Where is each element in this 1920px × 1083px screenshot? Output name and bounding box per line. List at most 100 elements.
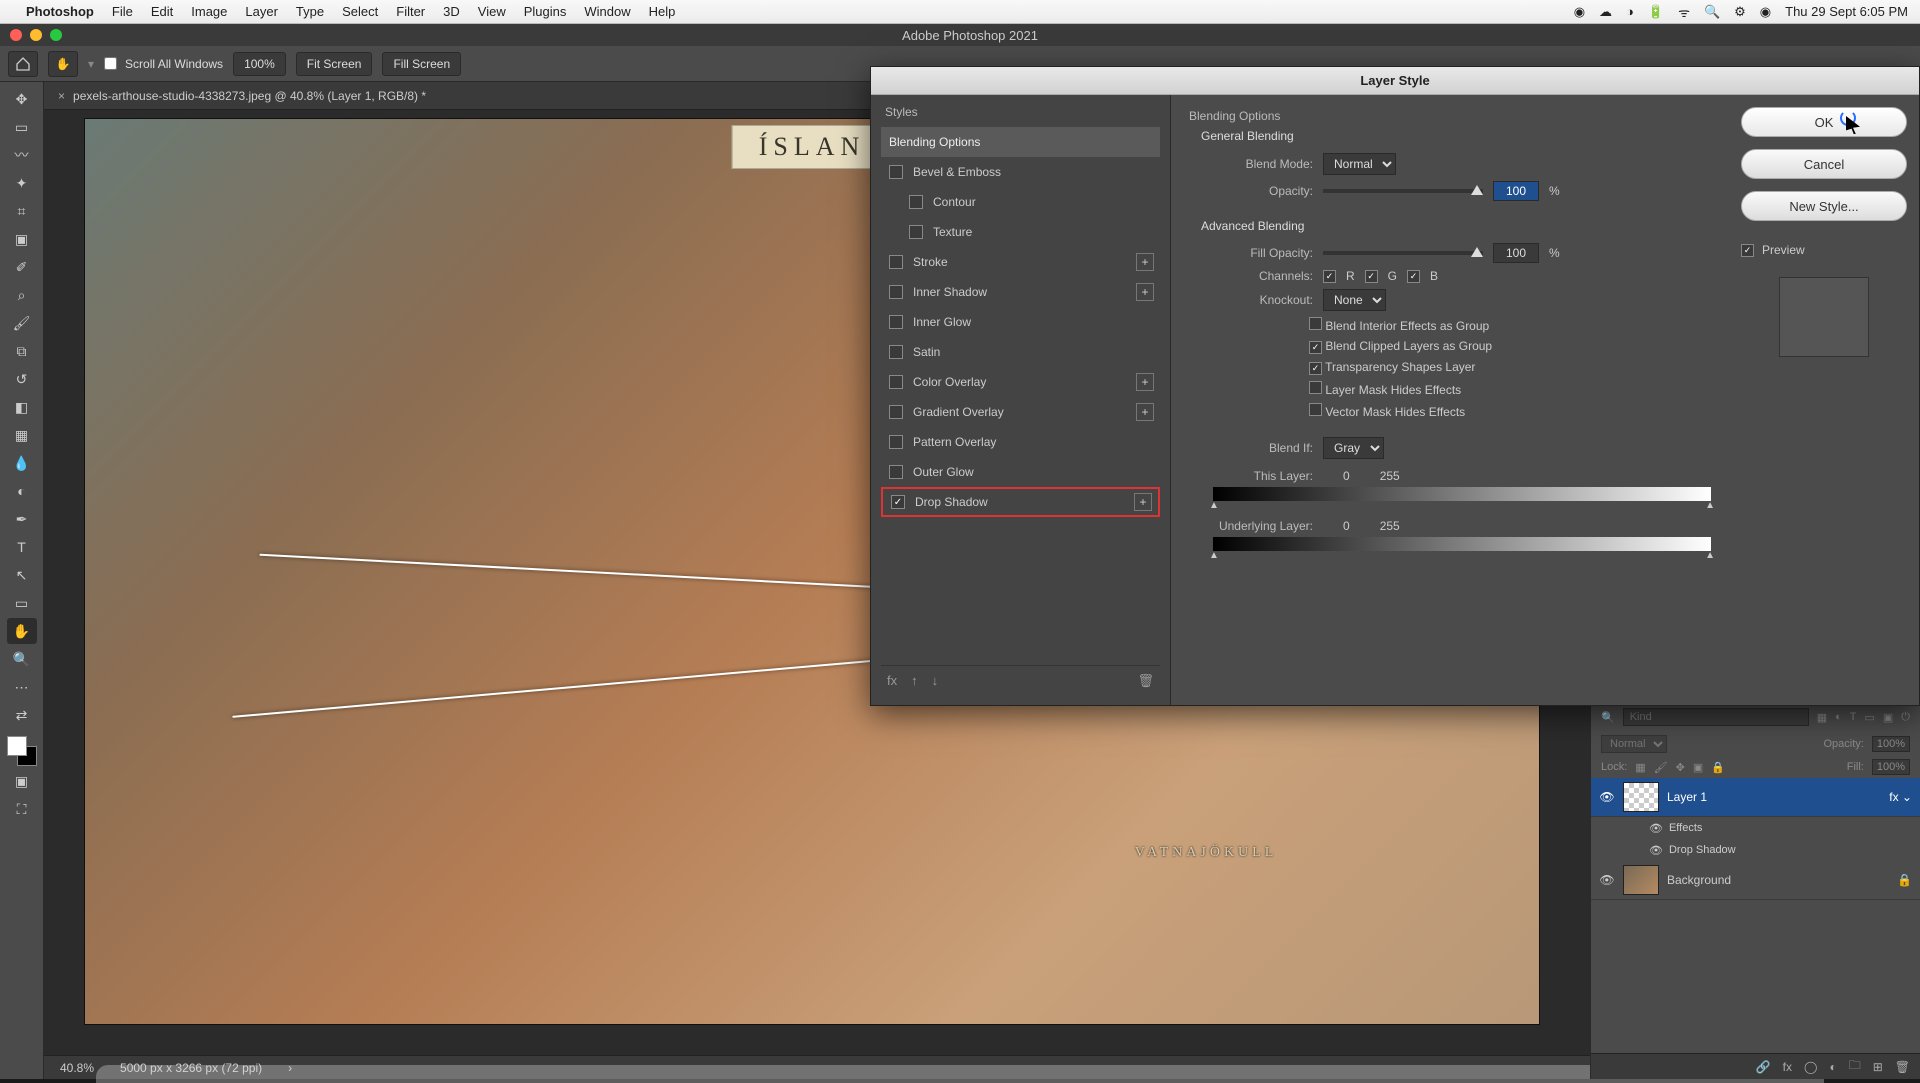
clone-stamp-tool[interactable]: ⧉	[7, 338, 37, 364]
filter-toggle-icon[interactable]: ⏻	[1901, 711, 1910, 724]
menu-file[interactable]: File	[112, 4, 133, 19]
lock-pixels-icon[interactable]: 🖌	[1654, 761, 1668, 774]
style-bevel-emboss[interactable]: Bevel & Emboss	[881, 157, 1160, 187]
style-stroke[interactable]: Stroke+	[881, 247, 1160, 277]
add-gradient-overlay-icon[interactable]: +	[1136, 403, 1154, 421]
style-texture[interactable]: Texture	[881, 217, 1160, 247]
layer-fx-icon[interactable]: fx	[1783, 1060, 1792, 1074]
layer-mask-hides-checkbox[interactable]	[1309, 381, 1322, 394]
style-gradient-overlay[interactable]: Gradient Overlay+	[881, 397, 1160, 427]
quick-select-tool[interactable]: ✦	[7, 170, 37, 196]
opacity-slider[interactable]	[1323, 189, 1483, 193]
edit-toolbar[interactable]: ⇄	[7, 702, 37, 728]
scroll-all-windows-checkbox[interactable]: Scroll All Windows	[104, 57, 223, 71]
channel-g-checkbox[interactable]	[1365, 270, 1378, 283]
blend-interior-checkbox[interactable]	[1309, 317, 1322, 330]
fx-menu-icon[interactable]: fx	[887, 673, 897, 688]
type-tool[interactable]: T	[7, 534, 37, 560]
hand-tool-button[interactable]: ✋	[48, 51, 78, 77]
preview-checkbox[interactable]	[1741, 244, 1754, 257]
style-contour[interactable]: Contour	[881, 187, 1160, 217]
record-icon[interactable]: ◉	[1574, 4, 1585, 20]
path-select-tool[interactable]: ↖	[7, 562, 37, 588]
menu-plugins[interactable]: Plugins	[524, 4, 567, 19]
eyedropper-tool[interactable]: ✐	[7, 254, 37, 280]
style-inner-shadow[interactable]: Inner Shadow+	[881, 277, 1160, 307]
lasso-tool[interactable]: 〰	[7, 142, 37, 168]
zoom-tool[interactable]: 🔍	[7, 646, 37, 672]
menu-type[interactable]: Type	[296, 4, 324, 19]
filter-type-icon[interactable]: T	[1850, 711, 1857, 723]
delete-effect-icon[interactable]: 🗑	[1137, 673, 1154, 689]
blend-clipped-checkbox[interactable]	[1309, 341, 1322, 354]
filter-smart-icon[interactable]: ▣	[1883, 711, 1893, 724]
visibility-toggle-icon[interactable]: 👁	[1599, 790, 1615, 804]
styles-heading[interactable]: Styles	[881, 105, 1160, 119]
gradient-tool[interactable]: ▦	[7, 422, 37, 448]
eraser-tool[interactable]: ◧	[7, 394, 37, 420]
filter-pixel-icon[interactable]: ▦	[1817, 711, 1827, 724]
foreground-color-swatch[interactable]	[7, 736, 27, 756]
foreground-background-colors[interactable]	[7, 736, 37, 766]
search-icon[interactable]: 🔍	[1601, 711, 1615, 724]
layer-mask-icon[interactable]: ◯	[1804, 1060, 1817, 1074]
screen-mode-toggle[interactable]: ⛶	[7, 796, 37, 822]
menu-filter[interactable]: Filter	[396, 4, 425, 19]
fill-opacity-input[interactable]: 100	[1493, 243, 1539, 263]
add-color-overlay-icon[interactable]: +	[1136, 373, 1154, 391]
lock-all-icon[interactable]: 🔒	[1711, 761, 1725, 774]
delete-layer-icon[interactable]: 🗑	[1895, 1060, 1910, 1074]
slider-handle-icon[interactable]: ▲	[1705, 550, 1715, 561]
battery-icon[interactable]: 🔋	[1648, 4, 1664, 20]
sync-icon[interactable]: ◑	[1626, 4, 1634, 19]
marquee-tool[interactable]: ▭	[7, 114, 37, 140]
move-up-icon[interactable]: ↑	[911, 673, 918, 688]
menu-select[interactable]: Select	[342, 4, 378, 19]
style-satin[interactable]: Satin	[881, 337, 1160, 367]
add-inner-shadow-icon[interactable]: +	[1136, 283, 1154, 301]
dodge-tool[interactable]: ◐	[7, 478, 37, 504]
fill-opacity-slider[interactable]	[1323, 251, 1483, 255]
add-stroke-icon[interactable]: +	[1136, 253, 1154, 271]
underlying-layer-gradient[interactable]: ▲ ▲	[1213, 537, 1711, 551]
layer-thumbnail[interactable]	[1623, 865, 1659, 895]
fill-screen-button[interactable]: Fill Screen	[382, 52, 461, 76]
this-layer-gradient[interactable]: ▲ ▲	[1213, 487, 1711, 501]
new-style-button[interactable]: New Style...	[1741, 191, 1907, 221]
menu-3d[interactable]: 3D	[443, 4, 460, 19]
blend-mode-select[interactable]: Normal	[1323, 153, 1396, 175]
brush-tool[interactable]: 🖌	[7, 310, 37, 336]
layer-item-layer1[interactable]: 👁 Layer 1 fx ⌄	[1591, 778, 1920, 817]
layer-effects-row[interactable]: 👁 Effects	[1591, 817, 1920, 839]
shape-tool[interactable]: ▭	[7, 590, 37, 616]
layer-thumbnail[interactable]	[1623, 782, 1659, 812]
menubar-clock[interactable]: Thu 29 Sept 6:05 PM	[1785, 4, 1908, 19]
window-close-button[interactable]	[10, 29, 22, 41]
menu-window[interactable]: Window	[584, 4, 630, 19]
blur-tool[interactable]: 💧	[7, 450, 37, 476]
visibility-toggle-icon[interactable]: 👁	[1599, 873, 1615, 887]
hand-tool[interactable]: ✋	[7, 618, 37, 644]
quick-mask-toggle[interactable]: ▣	[7, 768, 37, 794]
layer-filter-input[interactable]	[1623, 708, 1809, 726]
transparency-shapes-checkbox[interactable]	[1309, 362, 1322, 375]
menu-help[interactable]: Help	[649, 4, 676, 19]
layer-fill-value[interactable]: 100%	[1872, 759, 1910, 775]
style-color-overlay[interactable]: Color Overlay+	[881, 367, 1160, 397]
siri-icon[interactable]: ◉	[1760, 4, 1771, 20]
filter-shape-icon[interactable]: ▭	[1864, 711, 1874, 724]
style-pattern-overlay[interactable]: Pattern Overlay	[881, 427, 1160, 457]
slider-handle-icon[interactable]: ▲	[1209, 550, 1219, 561]
vector-mask-hides-checkbox[interactable]	[1309, 403, 1322, 416]
crop-tool[interactable]: ⌗	[7, 198, 37, 224]
control-center-icon[interactable]: ⚙	[1734, 4, 1746, 20]
home-button[interactable]	[8, 51, 38, 77]
effects-visibility-icon[interactable]: 👁	[1649, 822, 1663, 835]
blend-if-select[interactable]: Gray	[1323, 437, 1384, 459]
move-down-icon[interactable]: ↓	[932, 673, 939, 688]
filter-adjust-icon[interactable]: ◐	[1835, 711, 1842, 723]
effect-visibility-icon[interactable]: 👁	[1649, 844, 1663, 857]
new-layer-icon[interactable]: ⊞	[1873, 1060, 1883, 1074]
status-zoom[interactable]: 40.8%	[60, 1061, 94, 1075]
layer-effect-drop-shadow[interactable]: 👁 Drop Shadow	[1591, 839, 1920, 861]
